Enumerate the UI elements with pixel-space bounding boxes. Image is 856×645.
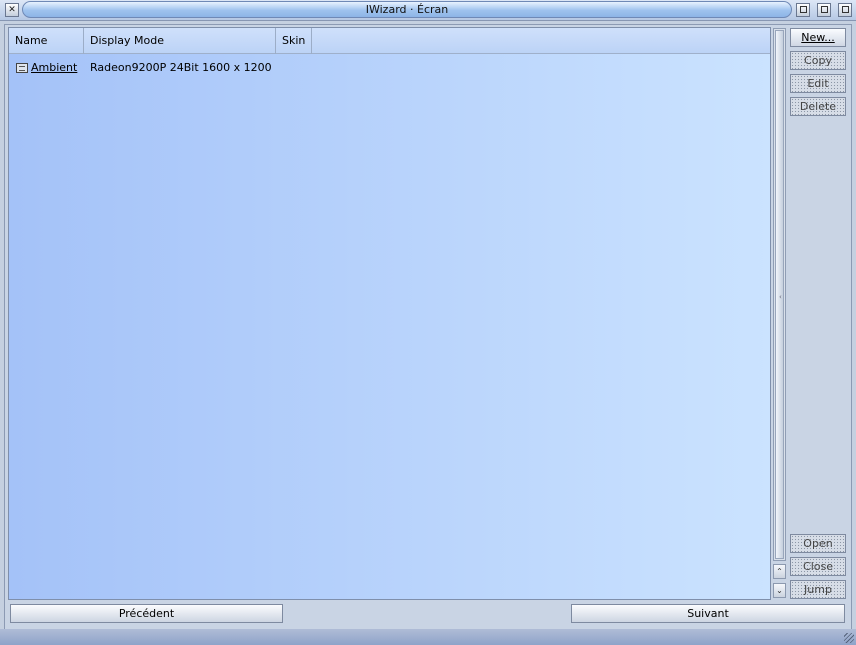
next-button[interactable]: Suivant bbox=[571, 604, 845, 623]
edit-button[interactable]: Edit bbox=[790, 74, 846, 93]
scroll-up-icon[interactable]: ⌃ bbox=[773, 564, 786, 579]
jump-button[interactable]: Jump bbox=[790, 580, 846, 599]
vertical-scrollbar[interactable]: ‹ ⌃ ⌄ bbox=[773, 28, 786, 599]
scroll-knob[interactable]: ‹ bbox=[775, 30, 784, 559]
resize-grip-icon[interactable] bbox=[844, 633, 854, 643]
delete-button[interactable]: Delete bbox=[790, 97, 846, 116]
row-name[interactable]: Ambient bbox=[31, 61, 77, 74]
copy-button[interactable]: Copy bbox=[790, 51, 846, 70]
previous-button[interactable]: Précédent bbox=[10, 604, 283, 623]
open-button[interactable]: Open bbox=[790, 534, 846, 553]
new-button[interactable]: New... bbox=[790, 28, 846, 47]
list-row-ambient[interactable]: Ambient Radeon9200P 24Bit 1600 x 1200 bbox=[9, 60, 770, 76]
scroll-down-icon[interactable]: ⌄ bbox=[773, 583, 786, 598]
column-header-name[interactable]: Name bbox=[9, 28, 84, 54]
depth-icon[interactable] bbox=[838, 3, 852, 17]
column-header-display-mode[interactable]: Display Mode bbox=[84, 28, 276, 54]
monitor-icon bbox=[16, 63, 28, 73]
title-bar[interactable]: ✕ IWizard · Écran bbox=[0, 0, 856, 21]
grip-icon: ‹ bbox=[779, 293, 782, 301]
column-header-skin[interactable]: Skin bbox=[276, 28, 312, 54]
status-bar bbox=[0, 629, 856, 645]
zoom-icon[interactable] bbox=[817, 3, 831, 17]
iconify-icon[interactable] bbox=[796, 3, 810, 17]
window-title: IWizard · Écran bbox=[22, 1, 792, 18]
close-button[interactable]: Close bbox=[790, 557, 846, 576]
list-header: Name Display Mode Skin bbox=[9, 28, 770, 54]
close-window-icon[interactable]: ✕ bbox=[5, 3, 19, 17]
scroll-track[interactable]: ‹ bbox=[773, 28, 786, 561]
settings-list[interactable]: Name Display Mode Skin Ambient Radeon920… bbox=[8, 27, 771, 600]
row-display-mode: Radeon9200P 24Bit 1600 x 1200 bbox=[90, 61, 272, 74]
